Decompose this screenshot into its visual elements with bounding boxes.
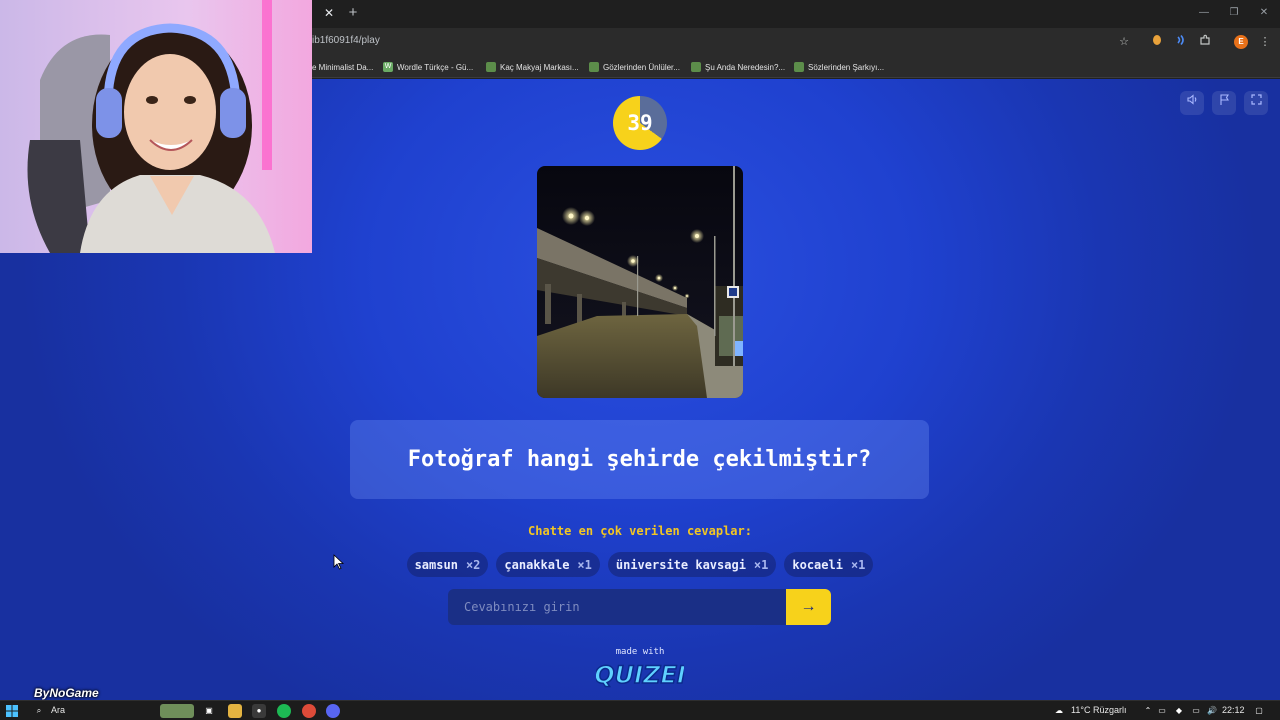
extension-sound-icon[interactable] [1173,34,1189,50]
answer-chip[interactable]: kocaeli ×1 [784,552,874,577]
spotify-icon[interactable] [277,704,291,718]
answer-chip-text: üniversite kavsagi [615,557,746,572]
menu-kebab-icon[interactable]: ⋮ [1257,34,1273,50]
notifications-icon[interactable]: ▢ [1252,704,1266,718]
star-icon[interactable]: ☆ [1116,34,1132,50]
fullscreen-icon[interactable] [1244,91,1268,115]
bookmark-item[interactable]: Gözlerinden Ünlüler... [589,60,680,74]
answer-chip[interactable]: çanakkale ×1 [496,552,600,577]
answer-chip-count: ×1 [850,557,866,572]
quizei-bookmark-icon [589,62,599,72]
bookmark-item[interactable]: W Wordle Türkçe - Gü... [383,60,473,74]
chat-answers-list: samsun ×2 çanakkale ×1 üniversite kavsag… [0,552,1280,577]
answer-chip[interactable]: üniversite kavsagi ×1 [607,552,777,577]
answer-chip-text: kocaeli [792,557,843,572]
tray-app-icon[interactable]: ◆ [1172,704,1186,718]
quizei-bookmark-icon [486,62,496,72]
answer-chip-count: ×1 [577,557,592,572]
submit-answer-button[interactable]: → [786,589,831,625]
discord-icon[interactable] [326,704,340,718]
windows-start-icon[interactable] [6,705,18,717]
window-minimize-icon[interactable]: — [1192,6,1216,20]
countdown-timer: 39 [613,96,667,150]
extensions-puzzle-icon[interactable] [1197,34,1213,50]
extension-orange-icon[interactable] [1149,34,1165,50]
obs-icon[interactable]: ● [252,704,266,718]
network-icon[interactable]: ▭ [1189,704,1203,718]
file-explorer-icon[interactable] [228,704,242,718]
bookmark-item[interactable]: Kaç Makyaj Markası... [486,60,579,74]
bookmark-label: Wordle Türkçe - Gü... [397,62,474,72]
chat-answers-label: Chatte en çok verilen cevaplar: [528,524,752,538]
tray-chevron-icon[interactable]: ⌃ [1141,704,1155,718]
quizei-logo[interactable]: QUIZEI [596,657,684,691]
quizei-bookmark-icon [794,62,804,72]
answer-chip-count: ×2 [465,557,481,572]
taskbar-search-icon[interactable]: ⌕ [32,704,46,718]
bookmark-label: e Minimalist Da... [312,62,374,72]
volume-icon[interactable]: 🔊 [1205,704,1219,718]
window-maximize-icon[interactable]: ❐ [1222,6,1246,20]
bookmark-label: Gözlerinden Ünlüler... [603,62,680,72]
clock-time[interactable]: 22:12 [1222,705,1245,715]
timer-value: 39 [627,111,653,135]
bookmark-item[interactable]: Sözlerinden Şarkıyı... [794,60,884,74]
webcam-overlay [0,0,312,253]
answer-chip-count: ×1 [753,557,769,572]
flag-icon[interactable] [1212,91,1236,115]
quizei-bookmark-icon [691,62,701,72]
bookmark-label: Kaç Makyaj Markası... [500,62,579,72]
task-view-icon[interactable]: ▣ [202,704,216,718]
answer-chip[interactable]: samsun ×2 [406,552,489,577]
new-tab-icon[interactable]: + [346,5,360,21]
bookmark-label: Şu Anda Neredesin?... [705,62,786,72]
bookmark-label: Sözlerinden Şarkıyı... [808,62,885,72]
windows-taskbar: ⌕ Ara ▣ ● ☁ 11°C Rüzgarlı ⌃ ▭ ◆ ▭ 🔊 22:1… [0,700,1280,720]
bookmark-item[interactable]: e Minimalist Da... [312,60,373,74]
answer-chip-text: samsun [414,557,458,572]
address-bar[interactable]: ib1f6091f4/play [312,35,380,46]
quizei-logo-text: QUIZEI [596,661,684,689]
channel-watermark: ByNoGame [34,686,99,700]
made-with-label: made with [615,647,665,657]
mouse-cursor-icon [333,554,345,570]
tray-app-icon[interactable]: ▭ [1155,704,1169,718]
answer-input[interactable] [448,589,786,625]
question-box: Fotoğraf hangi şehirde çekilmiştir? [350,420,929,499]
chrome-icon[interactable] [302,704,316,718]
tab-close-icon[interactable]: ✕ [322,6,336,20]
window-close-icon[interactable]: ✕ [1252,6,1276,20]
question-text: Fotoğraf hangi şehirde çekilmiştir? [407,447,872,472]
answer-chip-text: çanakkale [504,557,570,572]
weather-icon[interactable]: ☁ [1052,704,1066,718]
profile-avatar[interactable]: E [1234,35,1248,49]
question-photo [537,166,743,398]
wordle-icon: W [383,62,393,72]
sound-icon[interactable] [1180,91,1204,115]
taskbar-search-label[interactable]: Ara [51,705,65,715]
bookmark-item[interactable]: Şu Anda Neredesin?... [691,60,785,74]
weather-text[interactable]: 11°C Rüzgarlı [1071,705,1126,715]
search-highlight-image[interactable] [160,704,194,718]
